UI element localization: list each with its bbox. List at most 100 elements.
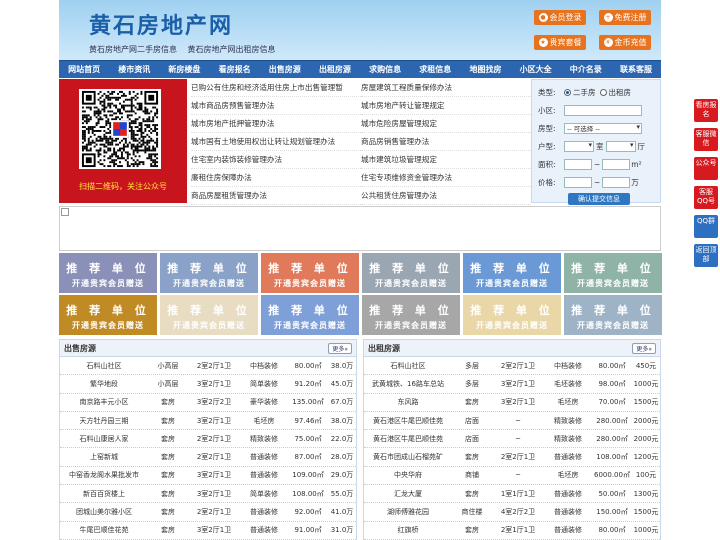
table-row[interactable]: 新百百货楼上 套房 3室2厅1卫 简单装修 108.00㎡ 55.0万	[60, 485, 356, 504]
subtitle-sale-link[interactable]: 黄石房地产网二手房信息	[89, 45, 177, 54]
table-row[interactable]: 汇龙大厦 套房 1室1厅1卫 普通装修 50.00㎡ 1300元	[364, 485, 660, 504]
table-row[interactable]: 东风路 套房 3室2厅1卫 毛坯房 70.00㎡ 1500元	[364, 394, 660, 412]
policy-link[interactable]: 城市商品房预售管理办法	[191, 97, 361, 115]
coin-recharge-button[interactable]: ¥ 金币充值	[599, 35, 651, 50]
policy-link[interactable]: 城市建筑垃圾管理规定	[361, 151, 531, 169]
policy-link[interactable]: 住宅室内装饰装修管理办法	[191, 151, 361, 169]
table-row[interactable]: 红旗桥 套房 2室1厅1卫 普通装修 80.00㎡ 1000元	[364, 522, 660, 540]
vip-icon: ★	[538, 38, 548, 47]
table-row[interactable]: 黄石市团成山石榴苑矿 套房 2室2厅1卫 普通装修 108.00㎡ 1200元	[364, 448, 660, 467]
table-row[interactable]: 上窑新城 套房 2室2厅1卫 普通装修 87.00㎡ 28.0万	[60, 448, 356, 467]
nav-item[interactable]: 楼市资讯	[109, 61, 159, 78]
nav-item[interactable]: 网站首页	[59, 61, 109, 78]
policy-link[interactable]: 城市危险房屋管理规定	[361, 115, 531, 133]
policy-link[interactable]: 公共租赁住房管理办法	[361, 187, 531, 205]
table-row[interactable]: 中窑香龙阁水果批发市 套房 3室2厅1卫 普通装修 109.00㎡ 29.0万	[60, 467, 356, 486]
nav-item[interactable]: 看房报名	[210, 61, 260, 78]
table-row[interactable]: 石料山社区 多层 2室2厅1卫 中档装修 80.00㎡ 450元	[364, 357, 660, 376]
table-row[interactable]: 繁华地段 小高层 3室2厅1卫 简单装修 91.20㎡ 45.0万	[60, 375, 356, 394]
nav-item[interactable]: 联系客服	[611, 61, 661, 78]
recommended-unit-ad[interactable]: 推 荐 单 位开通贵宾会员赠送	[160, 295, 258, 335]
area-label: 面积:	[538, 159, 556, 169]
table-row[interactable]: 石料山社区 小高层 2室2厅1卫 中档装修 80.00㎡ 38.0万	[60, 357, 356, 376]
ad-subtitle: 开通贵宾会员赠送	[72, 321, 144, 330]
policy-link[interactable]: 住宅专项维修资金管理办法	[361, 169, 531, 187]
float-button[interactable]: 返回顶部	[694, 244, 718, 267]
rent-title: 出租房源	[368, 343, 400, 353]
rent-more-button[interactable]: 更多»	[632, 342, 656, 354]
cell: 2室2厅1卫	[500, 453, 536, 462]
nav-item[interactable]: 地图找房	[460, 61, 510, 78]
cell: 1000元	[633, 379, 659, 388]
policy-link[interactable]: 已购公有住房和经济适用住房上市出售管理暂	[191, 79, 361, 97]
cell: 商住楼	[461, 508, 483, 517]
table-row[interactable]: 团城山美尔雅小区 套房 2室2厅1卫 普通装修 92.00㎡ 41.0万	[60, 503, 356, 522]
nav-item[interactable]: 出售房源	[260, 61, 310, 78]
sale-more-button[interactable]: 更多»	[328, 342, 352, 354]
housing-select[interactable]: -- 可选择 --	[564, 122, 642, 134]
site-logo[interactable]: 黄石房地产网	[89, 8, 233, 40]
policy-link[interactable]: 廉租住房保障办法	[191, 169, 361, 187]
table-row[interactable]: 黄石港区牛尾巴顺佳苑 店面 ─ 精致装修 280.00㎡ 2000元	[364, 430, 660, 449]
float-button[interactable]: 看房报名	[694, 99, 718, 122]
cell: 简单装修	[250, 379, 278, 388]
float-button[interactable]: 公众号	[694, 157, 718, 180]
nav-item[interactable]: 求租信息	[410, 61, 460, 78]
recommended-unit-ad[interactable]: 推 荐 单 位开通贵宾会员赠送	[59, 295, 157, 335]
price-max-input[interactable]	[602, 176, 631, 188]
table-row[interactable]: 黄石港区牛尾巴顺佳苑 店面 ─ 精致装修 280.00㎡ 2000元	[364, 412, 660, 431]
table-row[interactable]: 牛尾巴顺佳花苑 套房 3室2厅1卫 普通装修 91.00㎡ 31.0万	[60, 522, 356, 540]
policy-link[interactable]: 城市房地产抵押管理办法	[191, 115, 361, 133]
nav-item[interactable]: 求购信息	[360, 61, 410, 78]
sale-list: 石料山社区 小高层 2室2厅1卫 中档装修 80.00㎡ 38.0万 繁华地段 小高层 3室2厅…	[60, 357, 356, 540]
policy-link[interactable]: 房屋建筑工程质量保修办法	[361, 79, 531, 97]
table-row[interactable]: 湖师傅雅花园 商住楼 4室2厅2卫 普通装修 150.00㎡ 1500元	[364, 503, 660, 522]
policy-link[interactable]: 商品房销售管理办法	[361, 133, 531, 151]
float-button[interactable]: 客服微信	[694, 128, 718, 151]
recommended-unit-ad[interactable]: 推 荐 单 位开通贵宾会员赠送	[261, 295, 359, 335]
login-button[interactable]: ● 会员登录	[534, 10, 586, 25]
recommended-unit-ad[interactable]: 推 荐 单 位开通贵宾会员赠送	[564, 295, 662, 335]
cell: 毛坯房	[557, 471, 579, 480]
room-select[interactable]	[564, 140, 594, 152]
cell: ─	[515, 416, 521, 425]
cell: 套房	[161, 416, 175, 425]
recommended-unit-ad[interactable]: 推 荐 单 位开通贵宾会员赠送	[59, 253, 157, 293]
policy-link[interactable]: 城市房地产转让管理规定	[361, 97, 531, 115]
policy-link[interactable]: 商品房屋租赁管理办法	[191, 187, 361, 205]
ad-title: 推 荐 单 位	[167, 262, 251, 275]
recommended-unit-ad[interactable]: 推 荐 单 位开通贵宾会员赠送	[564, 253, 662, 293]
nav-item[interactable]: 小区大全	[511, 61, 561, 78]
district-label: 小区:	[538, 105, 556, 115]
nav-item[interactable]: 新房楼盘	[159, 61, 209, 78]
banner-ad[interactable]	[59, 206, 661, 251]
area-min-input[interactable]	[564, 158, 592, 170]
radio-secondhand[interactable]	[564, 88, 571, 96]
float-button[interactable]: QQ群	[694, 215, 718, 238]
recommended-unit-ad[interactable]: 推 荐 单 位开通贵宾会员赠送	[463, 295, 561, 335]
price-min-input[interactable]	[564, 176, 592, 188]
register-button[interactable]: + 免费注册	[599, 10, 651, 25]
subtitle-rent-link[interactable]: 黄石房地产网出租房信息	[188, 45, 276, 54]
table-row[interactable]: 南京路丰元小区 套房 3室2厅2卫 豪华装修 135.00㎡ 67.0万	[60, 394, 356, 412]
table-row[interactable]: 武黄城铁、16路车总站 多层 3室2厅1卫 毛坯装修 98.00㎡ 1000元	[364, 375, 660, 394]
table-row[interactable]: 石料山康居人家 套房 2室2厅1卫 精致装修 75.00㎡ 22.0万	[60, 430, 356, 449]
area-max-input[interactable]	[602, 158, 631, 170]
policy-link[interactable]: 城市国有土地使用权出让转让规划管理办法	[191, 133, 361, 151]
hall-select[interactable]	[605, 140, 636, 152]
nav-item[interactable]: 中介名录	[561, 61, 611, 78]
district-input[interactable]	[564, 104, 642, 116]
search-submit-button[interactable]: 确认提交信息	[568, 193, 630, 205]
nav-item[interactable]: 出租房源	[310, 61, 360, 78]
recommended-unit-ad[interactable]: 推 荐 单 位开通贵宾会员赠送	[362, 295, 460, 335]
recommended-unit-ad[interactable]: 推 荐 单 位开通贵宾会员赠送	[362, 253, 460, 293]
radio-rental[interactable]	[599, 88, 607, 96]
table-row[interactable]: 中央华府 商铺 ─ 毛坯房 6000.00㎡ 100元	[364, 467, 660, 486]
recommended-ads: 推 荐 单 位开通贵宾会员赠送推 荐 单 位开通贵宾会员赠送推 荐 单 位开通贵…	[59, 253, 662, 335]
table-row[interactable]: 天方牡丹园三期 套房 3室2厅1卫 毛坯房 97.46㎡ 38.0万	[60, 412, 356, 431]
recommended-unit-ad[interactable]: 推 荐 单 位开通贵宾会员赠送	[463, 253, 561, 293]
recommended-unit-ad[interactable]: 推 荐 单 位开通贵宾会员赠送	[160, 253, 258, 293]
recommended-unit-ad[interactable]: 推 荐 单 位开通贵宾会员赠送	[261, 253, 359, 293]
vip-package-button[interactable]: ★ 贵宾套餐	[534, 35, 586, 50]
float-button[interactable]: 客服QQ号	[694, 186, 718, 209]
